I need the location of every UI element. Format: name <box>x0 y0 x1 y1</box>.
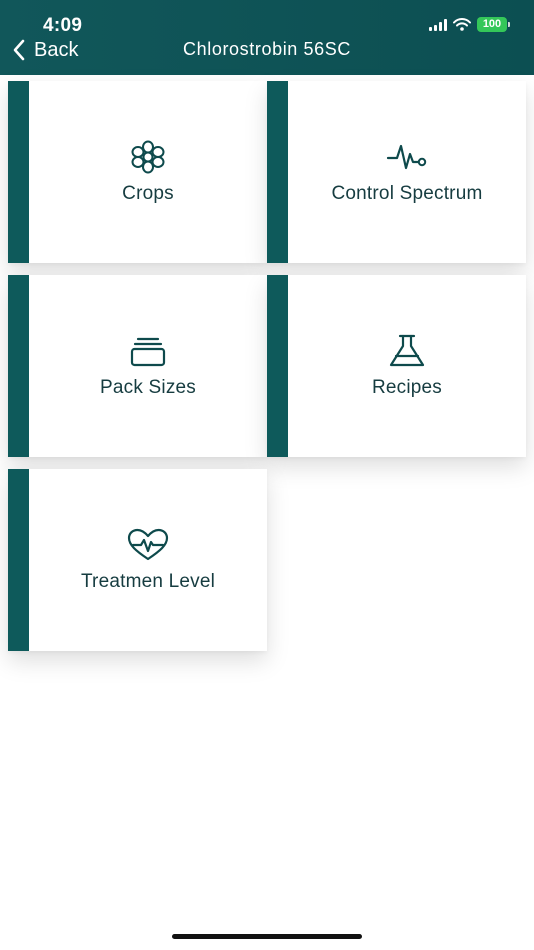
battery-level: 100 <box>477 17 507 32</box>
wifi-icon <box>453 18 471 31</box>
menu-card-recipes[interactable]: Recipes <box>267 275 526 457</box>
card-accent-stripe <box>267 81 288 263</box>
page-title: Chlorostrobin 56SC <box>183 39 351 59</box>
card-label: Crops <box>122 183 174 204</box>
package-icon <box>130 337 166 367</box>
menu-card-control-spectrum[interactable]: Control Spectrum <box>267 81 526 263</box>
heart-pulse-icon <box>127 528 169 561</box>
nav-header: 4:09 100 Back Chlorostrobin 56SC <box>0 0 534 75</box>
card-label: Recipes <box>371 377 443 398</box>
status-time: 4:09 <box>43 15 83 36</box>
card-label: Pack Sizes <box>100 377 196 398</box>
cellular-signal-icon <box>429 18 447 31</box>
card-accent-stripe <box>8 81 29 263</box>
flask-icon <box>389 334 425 367</box>
flower-icon <box>131 140 165 174</box>
menu-card-crops[interactable]: Crops <box>8 81 267 263</box>
card-accent-stripe <box>267 275 288 457</box>
card-accent-stripe <box>8 275 29 457</box>
status-icons: 100 <box>429 17 510 32</box>
menu-card-pack-sizes[interactable]: Pack Sizes <box>8 275 267 457</box>
battery-icon: 100 <box>477 17 510 32</box>
card-accent-stripe <box>8 469 29 651</box>
menu-card-treatment-level[interactable]: Treatmen Level <box>8 469 267 651</box>
pulse-icon <box>386 144 427 170</box>
home-indicator <box>172 934 362 939</box>
card-label: Control Spectrum <box>331 183 483 204</box>
card-label: Treatmen Level <box>80 571 216 592</box>
